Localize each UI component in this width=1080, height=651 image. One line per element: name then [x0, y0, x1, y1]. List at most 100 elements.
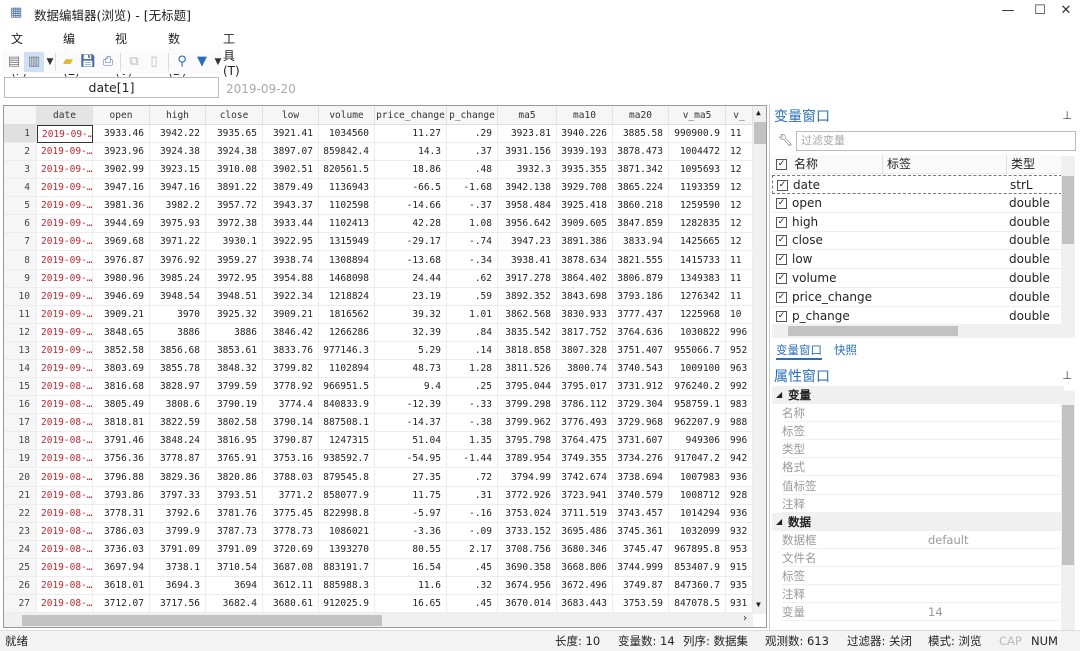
cell-price_change[interactable]: 27.35 [375, 468, 447, 487]
cell-price_change[interactable]: -14.66 [375, 197, 447, 216]
row-number[interactable]: 1 [4, 125, 37, 143]
variable-row[interactable]: ✓ price_change double [772, 288, 1062, 307]
cell-open[interactable]: 3946.69 [93, 287, 150, 306]
cell-p_change[interactable]: -.09 [447, 522, 498, 541]
cell-high[interactable]: 3971.22 [150, 233, 206, 252]
cell-high[interactable]: 3778.87 [150, 450, 206, 469]
row-number[interactable]: 2 [4, 143, 37, 162]
cell-ma5[interactable]: 3670.014 [498, 595, 557, 614]
cell-price_change[interactable]: -13.68 [375, 251, 447, 270]
variable-row[interactable]: ✓ p_change double [772, 307, 1062, 326]
cell-high[interactable]: 3924.38 [150, 143, 206, 162]
column-header-close[interactable]: close [206, 106, 263, 125]
tab-snapshots[interactable]: 快照 [834, 342, 857, 358]
cell-ma5[interactable]: 3917.278 [498, 269, 557, 288]
cell-close[interactable]: 3957.72 [206, 197, 263, 216]
cell-volume[interactable]: 1393270 [319, 540, 375, 559]
variable-row[interactable]: ✓ close double [772, 231, 1062, 251]
cell-ma5[interactable]: 3811.526 [498, 360, 557, 379]
cell-v_[interactable]: 988 [726, 414, 753, 433]
minimize-button[interactable]: — [998, 3, 1018, 21]
cell-volume[interactable]: 1247315 [319, 432, 375, 451]
cell-ma5[interactable]: 3799.962 [498, 414, 557, 433]
cell-date[interactable]: 2019-08-… [37, 468, 93, 487]
cell-close[interactable]: 3816.95 [206, 432, 263, 451]
cell-high[interactable]: 3886 [150, 323, 206, 342]
cell-v_[interactable]: 915 [726, 558, 753, 577]
cell-ma10[interactable]: 3939.193 [557, 143, 613, 162]
cell-ma20[interactable]: 3738.694 [613, 468, 669, 487]
cell-volume[interactable]: 1218824 [319, 287, 375, 306]
cell-low[interactable]: 3778.92 [263, 378, 319, 397]
scroll-thumb[interactable] [22, 615, 382, 626]
row-number[interactable]: 9 [4, 269, 37, 288]
cell-price_change[interactable]: 5.29 [375, 341, 447, 360]
cell-p_change[interactable]: .25 [447, 378, 498, 397]
cell-open[interactable]: 3712.07 [93, 595, 150, 614]
cell-high[interactable]: 3791.09 [150, 540, 206, 559]
cell-ma10[interactable]: 3683.443 [557, 595, 613, 614]
cell-ma20[interactable]: 3821.555 [613, 251, 669, 270]
column-header-ma5[interactable]: ma5 [498, 106, 557, 125]
cell-v_ma5[interactable]: 1259590 [669, 197, 726, 216]
cell-volume[interactable]: 1468098 [319, 269, 375, 288]
cell-ma20[interactable]: 3740.579 [613, 486, 669, 505]
cell-price_change[interactable]: 32.39 [375, 323, 447, 342]
variables-vscrollbar[interactable] [1061, 156, 1075, 324]
cell-v_[interactable]: 12 [726, 233, 753, 252]
cell-open[interactable]: 3852.58 [93, 341, 150, 360]
cell-p_change[interactable]: .45 [447, 595, 498, 614]
cell-high[interactable]: 3797.33 [150, 486, 206, 505]
cell-low[interactable]: 3897.07 [263, 143, 319, 162]
cell-ma20[interactable]: 3806.879 [613, 269, 669, 288]
cell-volume[interactable]: 1086021 [319, 522, 375, 541]
cell-ma10[interactable]: 3749.355 [557, 450, 613, 469]
cell-date[interactable]: 2019-09-… [37, 179, 93, 198]
cell-v_ma5[interactable]: 958759.1 [669, 396, 726, 415]
cell-high[interactable]: 3976.92 [150, 251, 206, 270]
open-folder-icon[interactable]: ▰ [58, 52, 78, 72]
cell-v_ma5[interactable]: 962207.9 [669, 414, 726, 433]
cell-v_[interactable]: 11 [726, 287, 753, 306]
cell-close[interactable]: 3910.08 [206, 161, 263, 180]
cell-ma20[interactable]: 3885.58 [613, 125, 669, 143]
cell-ma5[interactable]: 3932.3 [498, 161, 557, 180]
cell-high[interactable]: 3856.68 [150, 341, 206, 360]
variable-checkbox[interactable]: ✓ [776, 254, 787, 266]
row-number[interactable]: 8 [4, 251, 37, 270]
cell-ma10[interactable]: 3925.418 [557, 197, 613, 216]
cell-low[interactable]: 3833.76 [263, 341, 319, 360]
cell-v_[interactable]: 963 [726, 360, 753, 379]
cell-low[interactable]: 3788.03 [263, 468, 319, 487]
cell-date[interactable]: 2019-08-… [37, 504, 93, 523]
row-number[interactable]: 20 [4, 468, 37, 487]
cell-low[interactable]: 3846.42 [263, 323, 319, 342]
cell-ma10[interactable]: 3711.519 [557, 504, 613, 523]
cell-ma10[interactable]: 3891.386 [557, 233, 613, 252]
cell-date[interactable]: 2019-08-… [37, 414, 93, 433]
cell-open[interactable]: 3803.69 [93, 360, 150, 379]
cell-v_ma5[interactable]: 1032099 [669, 522, 726, 541]
cell-p_change[interactable]: .37 [447, 143, 498, 162]
tab-variables[interactable]: 变量窗口 [776, 342, 822, 360]
cell-volume[interactable]: 1136943 [319, 179, 375, 198]
cell-open[interactable]: 3805.49 [93, 396, 150, 415]
cell-p_change[interactable]: -.74 [447, 233, 498, 252]
cell-price_change[interactable]: 42.28 [375, 215, 447, 234]
header-name[interactable]: 名称 [794, 155, 818, 174]
maximize-button[interactable]: ☐ [1030, 3, 1050, 21]
cell-price_change[interactable]: 18.86 [375, 161, 447, 180]
cell-p_change[interactable]: 1.35 [447, 432, 498, 451]
cell-v_ma5[interactable]: 1095693 [669, 161, 726, 180]
cell-price_change[interactable]: -5.97 [375, 504, 447, 523]
vertical-scrollbar[interactable]: ▲ ▼ [753, 106, 766, 614]
cell-open[interactable]: 3756.36 [93, 450, 150, 469]
cell-ma5[interactable]: 3753.024 [498, 504, 557, 523]
cell-date[interactable]: 2019-08-… [37, 378, 93, 397]
cell-date[interactable]: 2019-09-… [37, 197, 93, 216]
filter-variables-input[interactable]: 过滤变量 [796, 131, 1076, 151]
variable-row[interactable]: ✓ low double [772, 250, 1062, 270]
cell-close[interactable]: 3959.27 [206, 251, 263, 270]
cell-price_change[interactable]: 48.73 [375, 360, 447, 379]
cell-p_change[interactable]: .14 [447, 341, 498, 360]
